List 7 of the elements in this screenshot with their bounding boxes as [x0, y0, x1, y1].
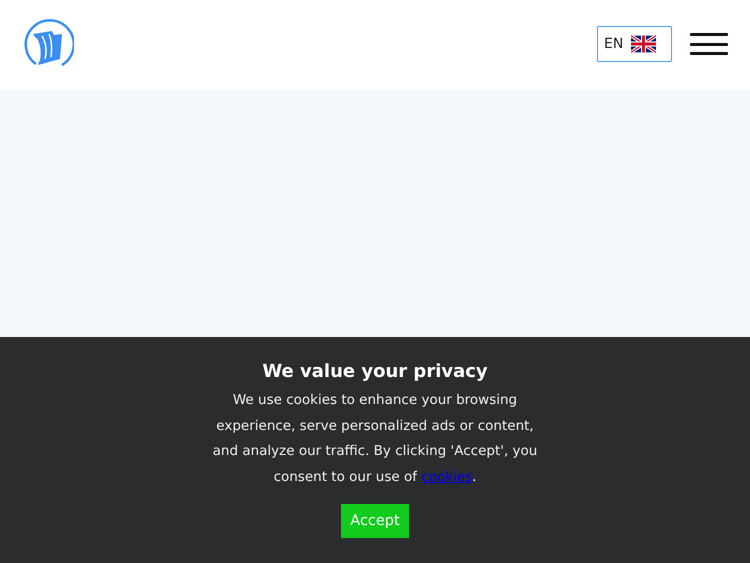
language-selector[interactable]: EN: [597, 26, 672, 62]
flag-icon: [631, 35, 656, 53]
cookies-link[interactable]: cookies: [421, 468, 472, 484]
cookie-notice: We use cookies to enhance your browsing experience, serve personalized ads or content, and analyze our traffic. By clicking 'Accept', you consent to our use of cookies.: [212, 391, 538, 486]
menu-button[interactable]: [690, 33, 728, 55]
accept-button[interactable]: Accept: [341, 504, 409, 538]
banner-title: We value your privacy: [262, 361, 488, 382]
